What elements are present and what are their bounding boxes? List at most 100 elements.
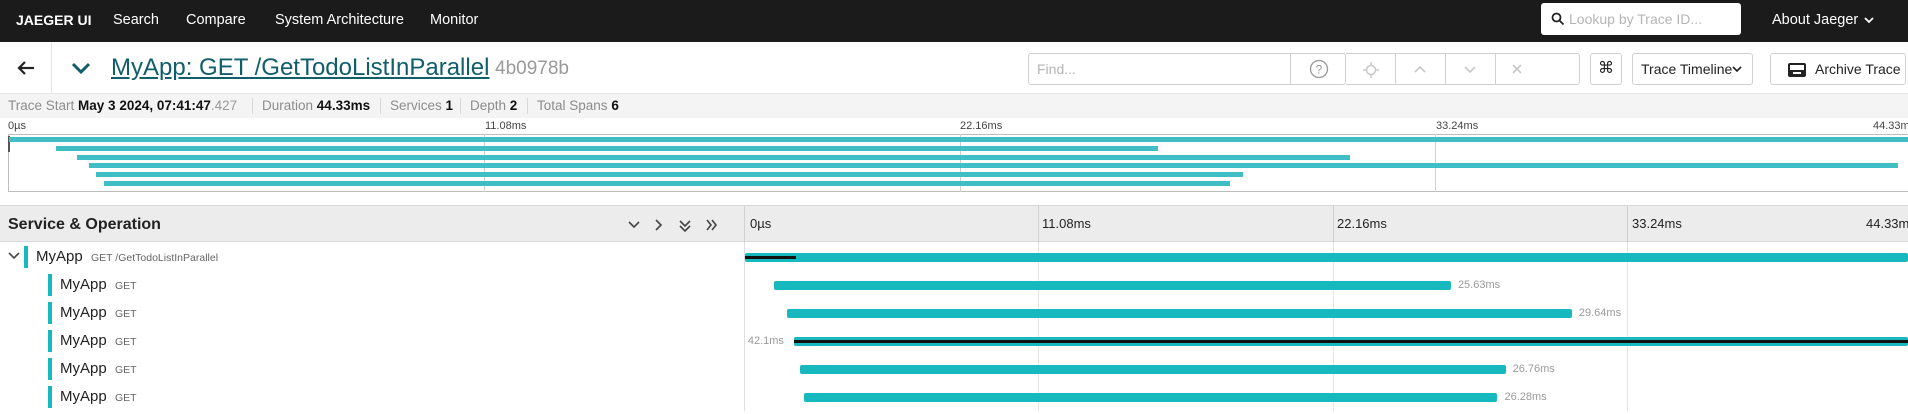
span-bar[interactable] — [786, 309, 1572, 318]
timeline-tick: 44.33ms — [1866, 216, 1908, 231]
span-service-name: MyApp — [60, 360, 107, 377]
trace-start-ms: .427 — [210, 98, 238, 113]
service-color-marker — [48, 330, 52, 352]
timeline-gridline — [1627, 206, 1628, 243]
span-name-cell[interactable]: MyApp GET — [0, 383, 744, 411]
chevron-down-icon — [1732, 66, 1742, 73]
span-name-cell[interactable]: MyApp GET — [0, 355, 744, 383]
column-divider — [744, 383, 745, 411]
trace-id-input[interactable] — [1569, 7, 1734, 31]
chevron-up-icon — [1414, 65, 1426, 73]
nav-monitor[interactable]: Monitor — [430, 12, 478, 28]
span-operation-name: GET — [115, 280, 137, 292]
next-match-button[interactable] — [1446, 53, 1496, 85]
minimap-span-bar — [56, 145, 1158, 151]
duration-value: 44.33ms — [316, 98, 371, 113]
archive-trace-button[interactable]: Archive Trace — [1770, 53, 1906, 85]
trace-header: MyApp: GET /GetTodoListInParallel 4b0978… — [0, 42, 1908, 94]
span-row[interactable]: MyApp GET 25.63ms — [0, 271, 1908, 299]
minimap-tick: 33.24ms — [1436, 120, 1479, 132]
minimap-span-bar — [77, 154, 1350, 160]
span-name-cell[interactable]: MyApp GET — [0, 271, 744, 299]
column-divider — [744, 327, 745, 355]
service-color-marker — [48, 386, 52, 408]
archive-trace-label: Archive Trace — [1815, 61, 1901, 77]
span-name-cell[interactable]: MyApp GET /GetTodoListInParallel — [0, 243, 744, 271]
back-button[interactable] — [0, 42, 52, 94]
span-row[interactable]: MyApp GET 26.76ms — [0, 355, 1908, 383]
span-bar[interactable] — [745, 253, 1908, 262]
service-color-marker — [48, 302, 52, 324]
double-chevron-right-icon[interactable] — [705, 219, 719, 231]
span-bar[interactable] — [804, 393, 1498, 402]
span-service-name: MyApp — [36, 248, 83, 265]
nav-compare[interactable]: Compare — [186, 12, 246, 28]
minimap-span-bar — [103, 181, 1231, 186]
trace-id-lookup[interactable] — [1541, 3, 1741, 35]
close-icon — [1512, 64, 1522, 74]
chevron-right-icon[interactable] — [653, 219, 665, 231]
trace-minimap[interactable]: 0µs 11.08ms 22.16ms 33.24ms 44.33ms — [0, 118, 1908, 200]
double-chevron-down-icon[interactable] — [678, 219, 692, 233]
trace-start: Trace Start May 3 2024, 07:41:47.427 — [8, 98, 237, 113]
span-duration-label: 42.1ms — [747, 335, 784, 347]
span-duration-label: 29.64ms — [1578, 307, 1622, 319]
span-row[interactable]: MyApp GET /GetTodoListInParallel — [0, 243, 1908, 271]
services-label: Services — [390, 98, 442, 113]
timeline-tick: 33.24ms — [1632, 216, 1682, 231]
timeline-tick: 22.16ms — [1337, 216, 1387, 231]
trace-start-label: Trace Start — [8, 98, 75, 113]
trace-title[interactable]: MyApp: GET /GetTodoListInParallel — [111, 54, 489, 82]
locate-button[interactable] — [1346, 53, 1396, 85]
span-bar[interactable] — [774, 281, 1451, 290]
divider — [252, 98, 253, 114]
about-jaeger-menu[interactable]: About Jaeger — [1772, 12, 1874, 28]
column-divider[interactable] — [744, 206, 745, 243]
span-duration-label: 26.76ms — [1512, 363, 1555, 375]
total-spans-label: Total Spans — [537, 98, 608, 113]
divider — [380, 98, 381, 114]
span-service-name: MyApp — [60, 276, 107, 293]
chevron-down-icon[interactable] — [8, 251, 20, 261]
span-service-name: MyApp — [60, 332, 107, 349]
service-color-marker — [48, 274, 52, 296]
view-select[interactable]: Trace Timeline — [1632, 53, 1753, 85]
span-name-cell[interactable]: MyApp GET — [0, 327, 744, 355]
timeline-gridline — [1333, 206, 1334, 243]
column-divider — [744, 355, 745, 383]
keyboard-shortcuts-button[interactable]: ⌘ — [1590, 53, 1622, 85]
span-operation-name: GET /GetTodoListInParallel — [91, 252, 219, 264]
timeline-gridline — [1627, 383, 1628, 411]
find-box: ? — [1028, 53, 1346, 85]
chevron-down-icon — [1864, 17, 1874, 23]
span-row[interactable]: MyApp GET 42.1ms — [0, 327, 1908, 355]
trace-depth: Depth 2 — [470, 98, 517, 113]
span-row[interactable]: MyApp GET 29.64ms — [0, 299, 1908, 327]
find-help-button[interactable]: ? — [1290, 54, 1346, 84]
minimap-span-bar — [88, 163, 1899, 169]
span-operation-name: GET — [115, 308, 137, 320]
help-icon: ? — [1309, 59, 1329, 79]
prev-match-button[interactable] — [1396, 53, 1446, 85]
nav-search[interactable]: Search — [113, 12, 159, 28]
span-bar[interactable] — [799, 365, 1506, 374]
trace-services: Services 1 — [390, 98, 453, 113]
timeline-gridline — [1038, 206, 1039, 243]
nav-system-architecture[interactable]: System Architecture — [275, 12, 404, 28]
service-color-marker — [24, 246, 28, 268]
top-nav: JAEGER UI Search Compare System Architec… — [0, 0, 1908, 42]
about-jaeger-label: About Jaeger — [1772, 12, 1859, 28]
span-operation-name: GET — [115, 392, 137, 404]
trace-summary: Trace Start May 3 2024, 07:41:47.427 Dur… — [0, 94, 1908, 118]
chevron-down-icon[interactable] — [627, 219, 641, 231]
chevron-down-icon[interactable] — [70, 58, 92, 78]
span-row[interactable]: MyApp GET 26.28ms — [0, 383, 1908, 411]
view-select-label: Trace Timeline — [1641, 61, 1733, 77]
trace-start-value: May 3 2024, 07:41:47 — [78, 98, 211, 113]
service-operation-header: Service & Operation — [8, 216, 161, 233]
span-name-cell[interactable]: MyApp GET — [0, 299, 744, 327]
total-spans-value: 6 — [611, 98, 619, 113]
clear-search-button[interactable] — [1496, 53, 1580, 85]
brand-logo[interactable]: JAEGER UI — [16, 12, 91, 28]
span-duration-label: 25.63ms — [1457, 279, 1501, 291]
